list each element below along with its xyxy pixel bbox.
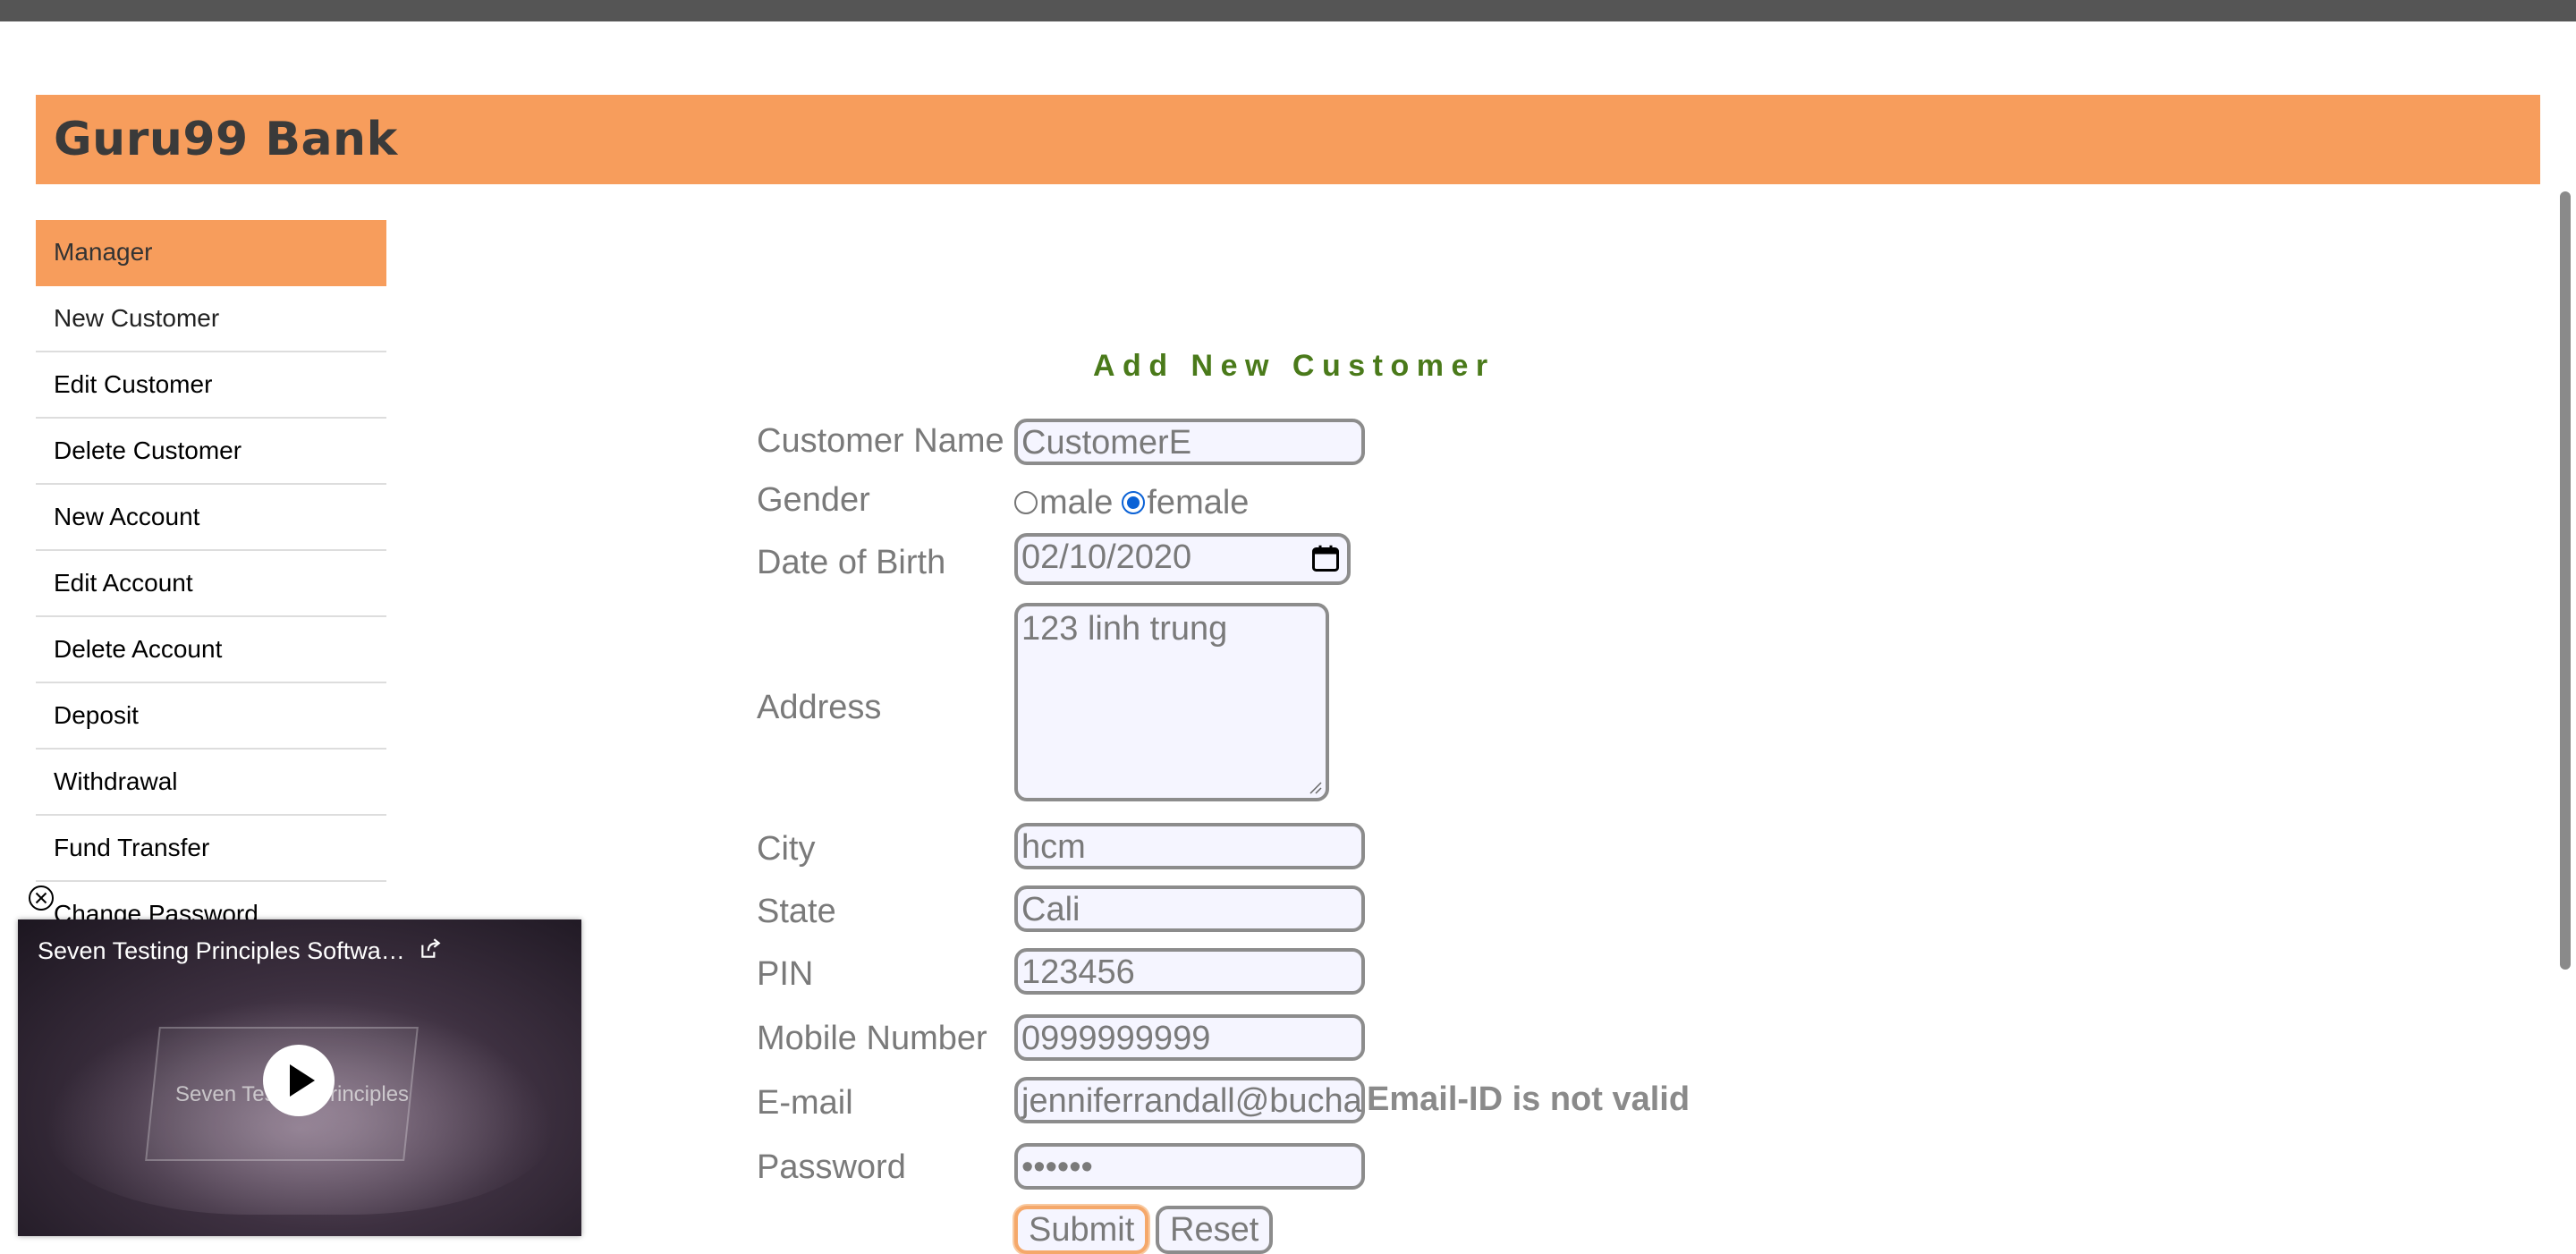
customer-name-input[interactable]: CustomerE	[1014, 419, 1365, 465]
address-value: 123 linh trung	[1021, 610, 1228, 648]
gender-female-label: female	[1147, 483, 1250, 521]
reset-button[interactable]: Reset	[1156, 1206, 1274, 1254]
gender-male-radio[interactable]	[1014, 491, 1038, 514]
close-video-icon[interactable]	[27, 884, 55, 912]
gender-label: Gender	[757, 481, 870, 519]
sidebar-item-edit-account[interactable]: Edit Account	[36, 551, 386, 617]
site-header: Guru99 Bank	[36, 95, 2540, 184]
address-label: Address	[757, 689, 882, 726]
dob-value: 02/10/2020	[1021, 538, 1192, 576]
sidebar-menu: Manager New Customer Edit Customer Delet…	[36, 220, 386, 948]
customer-name-label: Customer Name	[757, 422, 1004, 460]
city-input[interactable]: hcm	[1014, 823, 1365, 869]
video-title[interactable]: Seven Testing Principles Softwa…	[38, 937, 405, 965]
state-input[interactable]: Cali	[1014, 885, 1365, 932]
email-label: E-mail	[757, 1084, 853, 1122]
sidebar-item-edit-customer[interactable]: Edit Customer	[36, 352, 386, 419]
page-scrollbar[interactable]	[2555, 179, 2576, 1254]
sidebar-item-delete-customer[interactable]: Delete Customer	[36, 419, 386, 485]
gender-female-radio[interactable]	[1122, 491, 1146, 514]
address-textarea[interactable]: 123 linh trung	[1014, 603, 1329, 801]
state-label: State	[757, 893, 836, 930]
sidebar-item-manager[interactable]: Manager	[36, 220, 386, 286]
email-error-message: Email-ID is not valid	[1367, 1080, 1690, 1118]
browser-top-bar	[0, 0, 2576, 21]
scrollbar-thumb[interactable]	[2560, 191, 2571, 970]
dob-input[interactable]: 02/10/2020	[1014, 533, 1351, 585]
resize-grip-icon[interactable]	[1308, 780, 1322, 794]
mobile-label: Mobile Number	[757, 1020, 987, 1057]
sidebar-item-withdrawal[interactable]: Withdrawal	[36, 750, 386, 816]
share-icon[interactable]	[419, 937, 442, 961]
floating-video-player[interactable]: Seven Testing Principles Seven Testing P…	[18, 919, 581, 1236]
gender-radio-group: male female	[1014, 483, 1249, 522]
sidebar-item-new-customer[interactable]: New Customer	[36, 286, 386, 352]
sidebar-item-deposit[interactable]: Deposit	[36, 683, 386, 750]
sidebar-item-fund-transfer[interactable]: Fund Transfer	[36, 816, 386, 882]
city-label: City	[757, 830, 816, 868]
mobile-input[interactable]: 0999999999	[1014, 1014, 1365, 1061]
calendar-icon[interactable]	[1309, 542, 1342, 574]
password-label: Password	[757, 1148, 906, 1186]
form-title: Add New Customer	[1093, 349, 1496, 383]
password-input[interactable]: ••••••	[1014, 1143, 1365, 1190]
play-icon[interactable]	[263, 1045, 335, 1116]
gender-male-label: male	[1039, 483, 1114, 521]
submit-button[interactable]: Submit	[1014, 1206, 1149, 1254]
email-input[interactable]: jenniferrandall@bucha	[1014, 1077, 1365, 1123]
site-title: Guru99 Bank	[54, 113, 398, 166]
sidebar-item-delete-account[interactable]: Delete Account	[36, 617, 386, 683]
dob-label: Date of Birth	[757, 544, 946, 581]
sidebar-item-new-account[interactable]: New Account	[36, 485, 386, 551]
pin-input[interactable]: 123456	[1014, 948, 1365, 995]
pin-label: PIN	[757, 955, 814, 993]
